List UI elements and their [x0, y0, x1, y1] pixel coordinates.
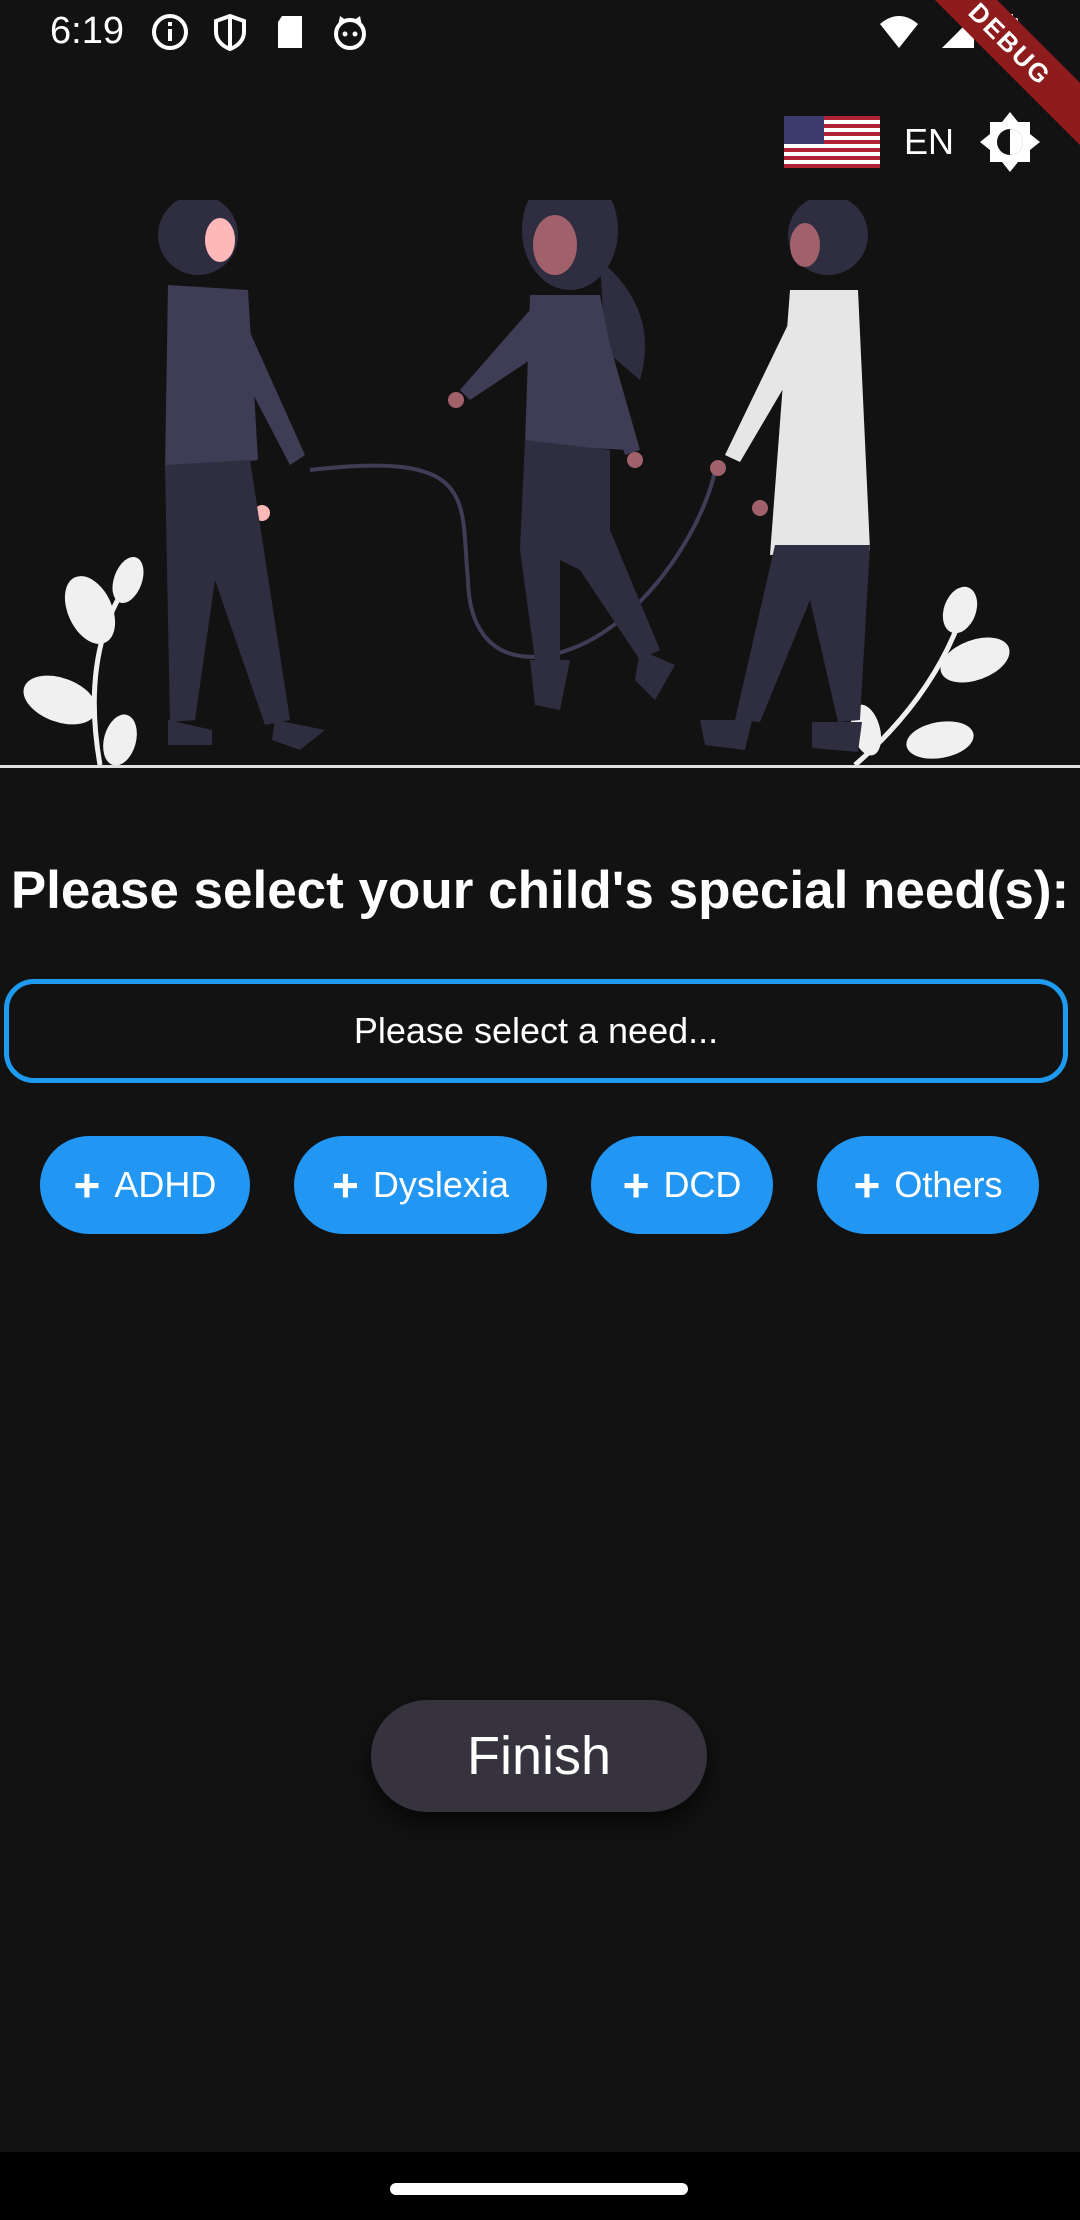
chip-label: Dyslexia	[372, 1164, 509, 1205]
chip-label: DCD	[663, 1164, 742, 1205]
boy-left	[158, 200, 325, 750]
kids-jump-rope-illustration	[23, 200, 1010, 767]
cat-icon	[334, 16, 366, 50]
wifi-icon	[880, 16, 918, 48]
finish-button[interactable]: Finish	[371, 1700, 707, 1812]
need-select-field[interactable]: Please select a need...	[4, 979, 1068, 1083]
shield-icon	[214, 13, 246, 52]
page-heading: Please select your child's special need(…	[10, 861, 1070, 920]
status-time: 6:19	[50, 10, 124, 52]
chip-dcd[interactable]: + DCD	[591, 1136, 773, 1234]
status-icons-left	[150, 12, 370, 52]
sd-card-icon	[278, 16, 302, 48]
plus-icon: +	[332, 1159, 359, 1211]
language-code[interactable]: EN	[904, 121, 954, 163]
plus-icon: +	[73, 1159, 101, 1211]
plus-icon: +	[622, 1159, 650, 1211]
chip-label: ADHD	[114, 1164, 217, 1205]
chip-dyslexia[interactable]: + Dyslexia	[294, 1136, 547, 1234]
home-indicator[interactable]	[390, 2183, 688, 2195]
select-placeholder: Please select a need...	[353, 1010, 719, 1051]
status-bar: 6:19	[0, 0, 1080, 64]
chip-label: Others	[894, 1164, 1003, 1205]
plus-icon: +	[853, 1159, 881, 1211]
brightness-icon[interactable]	[978, 110, 1042, 174]
language-bar: EN	[783, 110, 1042, 174]
plant-left	[23, 556, 144, 766]
chip-adhd[interactable]: + ADHD	[40, 1136, 250, 1234]
plant-right	[850, 586, 1010, 767]
chip-others[interactable]: + Others	[817, 1136, 1039, 1234]
divider	[0, 765, 1080, 768]
info-icon	[152, 14, 188, 50]
us-flag-icon[interactable]	[783, 116, 880, 168]
kid-right	[700, 200, 870, 752]
